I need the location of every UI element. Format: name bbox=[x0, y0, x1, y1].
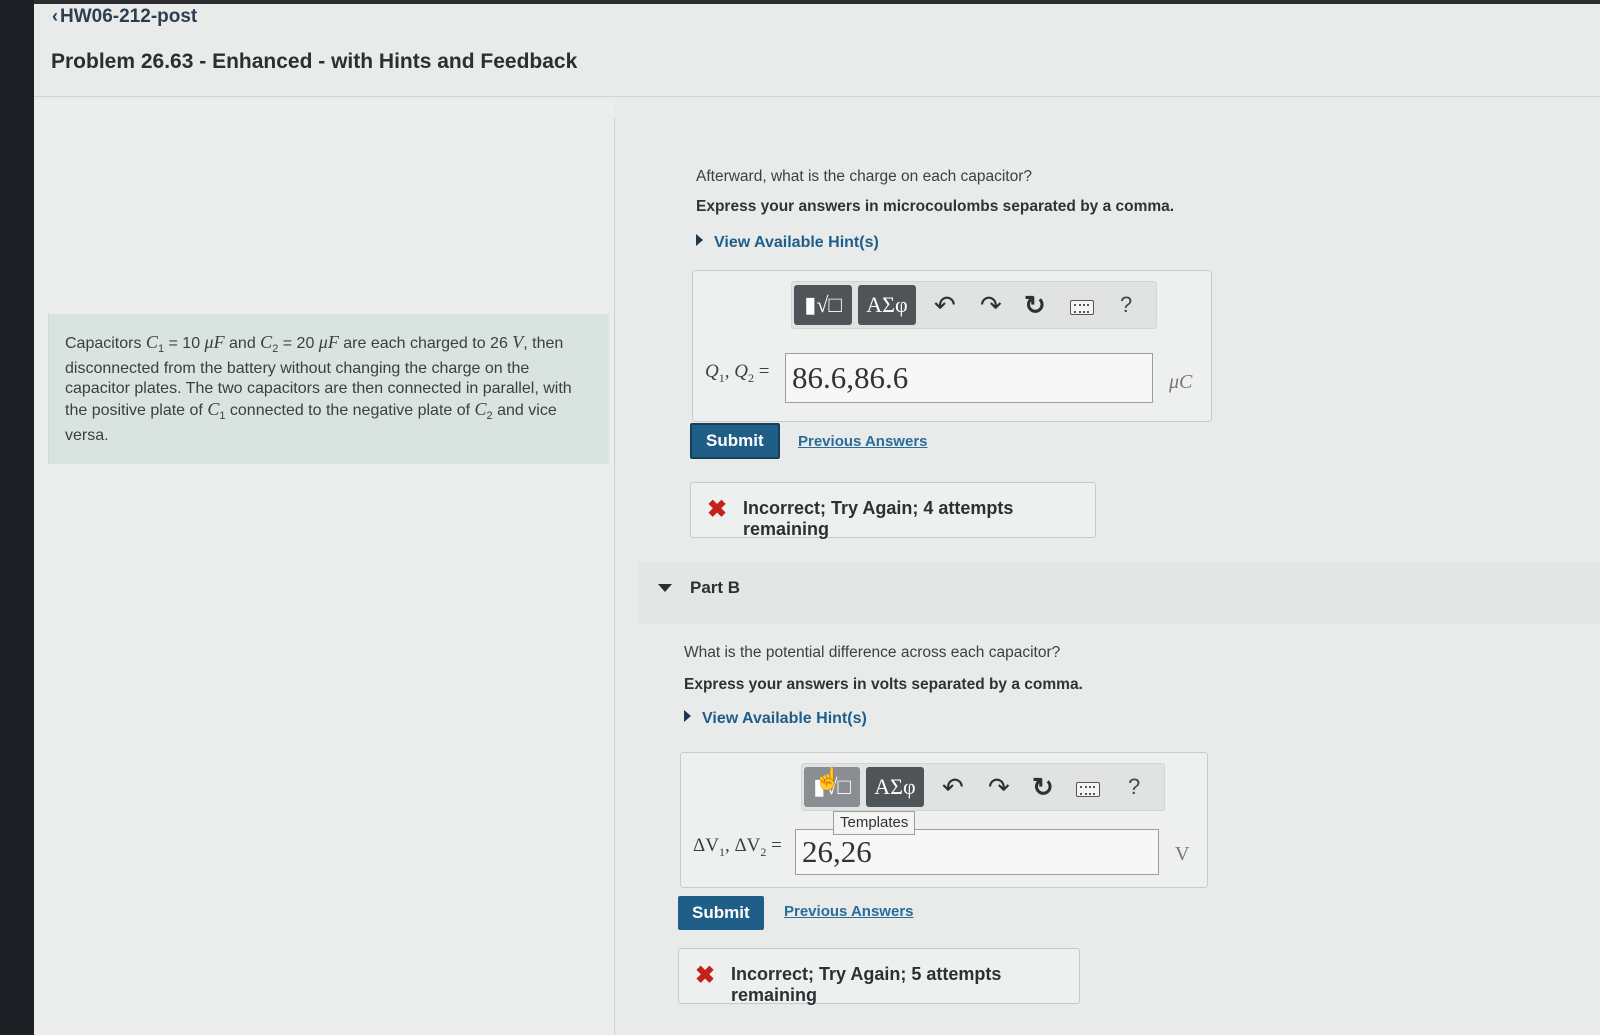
part-b-answer-input[interactable]: 26,26 bbox=[795, 829, 1159, 875]
symbols-button[interactable]: ΑΣφ bbox=[858, 285, 916, 325]
panel-divider bbox=[614, 118, 615, 1035]
part-a-submit-button[interactable]: Submit bbox=[690, 423, 780, 459]
part-a-previous-answers-link[interactable]: Previous Answers bbox=[798, 433, 928, 450]
help-icon[interactable]: ? bbox=[1128, 774, 1140, 800]
part-b-previous-answers-link[interactable]: Previous Answers bbox=[784, 903, 914, 920]
keyboard-icon[interactable] bbox=[1076, 782, 1100, 797]
undo-icon[interactable]: ↶ bbox=[942, 772, 964, 802]
hand-cursor-icon: ☝ bbox=[814, 766, 842, 791]
reset-icon[interactable]: ↻ bbox=[1024, 290, 1046, 320]
part-a-variable-label: Q1, Q2 = bbox=[705, 361, 770, 385]
part-b-answer-box: ▮√□ ΑΣφ ↶ ↷ ↻ ? ☝ ΔV1, ΔV2 = 26,26 Templ… bbox=[680, 752, 1208, 888]
part-b-header[interactable]: Part B bbox=[638, 562, 1600, 624]
help-icon[interactable]: ? bbox=[1120, 292, 1132, 318]
back-link-label: HW06-212-post bbox=[60, 6, 198, 27]
symbols-button[interactable]: ΑΣφ bbox=[866, 767, 924, 807]
left-panel: Capacitors C1 = 10 μF and C2 = 20 μF are… bbox=[34, 100, 614, 1035]
keyboard-icon[interactable] bbox=[1070, 300, 1094, 315]
part-b-math-toolbar: ▮√□ ΑΣφ ↶ ↷ ↻ ? ☝ bbox=[801, 763, 1165, 811]
problem-statement: Capacitors C1 = 10 μF and C2 = 20 μF are… bbox=[65, 332, 572, 445]
templates-tooltip: Templates bbox=[833, 811, 916, 835]
problem-statement-box: Capacitors C1 = 10 μF and C2 = 20 μF are… bbox=[48, 314, 609, 464]
problem-title: Problem 26.63 - Enhanced - with Hints an… bbox=[51, 50, 578, 73]
part-a-question: Afterward, what is the charge on each ca… bbox=[696, 168, 1033, 185]
title-divider bbox=[34, 96, 1600, 97]
part-b-feedback-text: Incorrect; Try Again; 5 attempts remaini… bbox=[731, 964, 1002, 1005]
part-b-question: What is the potential difference across … bbox=[684, 644, 1061, 661]
screen: ‹ HW06-212-post Problem 26.63 - Enhanced … bbox=[34, 0, 1600, 1035]
part-b-unit: V bbox=[1175, 843, 1190, 865]
part-a-instruction: Express your answers in microcoulombs se… bbox=[696, 198, 1175, 215]
redo-icon[interactable]: ↷ bbox=[988, 772, 1010, 802]
part-b-instruction: Express your answers in volts separated … bbox=[684, 676, 1083, 693]
part-b-hint-link[interactable]: View Available Hint(s) bbox=[684, 710, 867, 728]
templates-button[interactable]: ▮√□ bbox=[794, 285, 852, 325]
triangle-down-icon bbox=[658, 584, 672, 592]
x-icon: ✖ bbox=[707, 496, 728, 523]
part-a-unit: μC bbox=[1169, 371, 1193, 393]
part-b-submit-button[interactable]: Submit bbox=[678, 896, 764, 930]
reset-icon[interactable]: ↻ bbox=[1032, 772, 1054, 802]
right-panel: Afterward, what is the charge on each ca… bbox=[616, 100, 1600, 1035]
part-b-title: Part B bbox=[690, 578, 741, 597]
part-a-hint-link[interactable]: View Available Hint(s) bbox=[696, 234, 879, 252]
triangle-right-icon bbox=[684, 710, 691, 722]
part-b-variable-label: ΔV1, ΔV2 = bbox=[693, 835, 782, 859]
triangle-right-icon bbox=[696, 234, 703, 246]
top-bar bbox=[34, 0, 1600, 4]
part-b-feedback: ✖ Incorrect; Try Again; 5 attempts remai… bbox=[678, 948, 1080, 1005]
part-a-answer-input[interactable]: 86.6,86.6 bbox=[785, 353, 1153, 403]
back-link[interactable]: ‹ HW06-212-post bbox=[52, 6, 197, 28]
chevron-left-icon: ‹ bbox=[52, 6, 58, 26]
x-icon: ✖ bbox=[695, 962, 716, 989]
redo-icon[interactable]: ↷ bbox=[980, 290, 1002, 320]
part-a-feedback: ✖ Incorrect; Try Again; 4 attempts remai… bbox=[690, 482, 1096, 539]
part-a-math-toolbar: ▮√□ ΑΣφ ↶ ↷ ↻ ? bbox=[791, 281, 1157, 329]
part-a-feedback-text: Incorrect; Try Again; 4 attempts remaini… bbox=[743, 498, 1014, 539]
part-a-answer-box: ▮√□ ΑΣφ ↶ ↷ ↻ ? Q1, Q2 = 86.6,86.6 μC bbox=[692, 270, 1212, 422]
undo-icon[interactable]: ↶ bbox=[934, 290, 956, 320]
